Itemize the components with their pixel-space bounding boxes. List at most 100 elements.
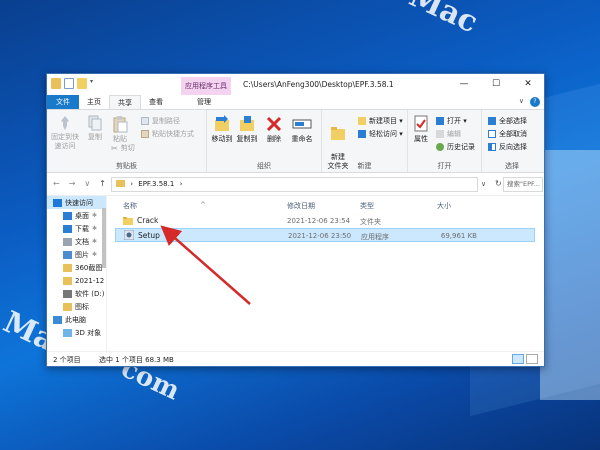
properties-icon: [414, 115, 428, 132]
copy-path-label: 复制路径: [152, 117, 180, 125]
tab-view[interactable]: 查看: [141, 95, 171, 109]
paste-button[interactable]: 粘贴: [109, 115, 131, 144]
file-modified: 2021-12-06 23:54: [287, 217, 351, 225]
forward-button[interactable]: →: [69, 179, 76, 188]
select-none-icon: [488, 130, 496, 138]
edit-label: 编辑: [447, 130, 461, 138]
open-button[interactable]: 打开 ▾: [436, 116, 467, 126]
address-dropdown-icon[interactable]: ∨: [481, 180, 486, 188]
sort-ascending-icon: ^: [200, 201, 206, 209]
invert-selection-icon: [488, 143, 496, 151]
select-none-button[interactable]: 全部取消: [488, 129, 527, 139]
search-input[interactable]: 搜索"EPF...: [503, 177, 543, 192]
file-modified: 2021-12-06 23:50: [288, 232, 352, 240]
file-name: Setup: [138, 231, 160, 240]
qat-dropdown-icon[interactable]: ▾: [90, 78, 96, 89]
tab-file[interactable]: 文件: [47, 95, 79, 109]
details-view-icon[interactable]: [512, 354, 524, 364]
nav-item[interactable]: 3D 对象: [47, 326, 106, 339]
nav-item[interactable]: 图片 ✱: [47, 248, 106, 261]
refresh-icon[interactable]: ↻: [495, 179, 502, 188]
invert-selection-button[interactable]: 反向选择: [488, 142, 527, 152]
delete-icon: [266, 116, 282, 132]
nav-item[interactable]: 快速访问: [47, 196, 106, 209]
nav-item-icon: [63, 263, 72, 272]
copy-path-button[interactable]: 复制路径: [141, 116, 180, 126]
move-to-button[interactable]: 移动到: [210, 115, 234, 144]
ribbon: 固定到快速访问 复制 粘贴 复制路径 粘贴快捷方式 ✂ 剪切 剪贴板 移动到 复…: [47, 109, 544, 173]
file-row-crack[interactable]: Crack 2021-12-06 23:54 文件夹: [115, 214, 535, 228]
nav-item[interactable]: 图标: [47, 300, 106, 313]
paste-shortcut-button[interactable]: 粘贴快捷方式: [141, 129, 194, 139]
file-type: 应用程序: [361, 233, 389, 241]
up-button[interactable]: ↑: [99, 179, 106, 188]
new-folder-icon: [331, 127, 345, 140]
breadcrumb-separator[interactable]: ›: [180, 180, 183, 188]
close-button[interactable]: ✕: [512, 74, 544, 94]
recent-locations-button[interactable]: ∨: [84, 179, 90, 188]
file-name: Crack: [137, 216, 159, 225]
new-item-button[interactable]: 新建项目 ▾: [358, 116, 403, 126]
copy-to-label: 复制到: [236, 135, 258, 143]
nav-item-icon: [63, 328, 72, 337]
open-icon: [436, 117, 444, 125]
scrollbar-thumb[interactable]: [102, 208, 106, 268]
watermark: Mac: [403, 0, 483, 41]
invert-selection-label: 反向选择: [499, 143, 527, 151]
column-name[interactable]: 名称: [123, 201, 137, 211]
collapse-ribbon-icon[interactable]: ∨: [519, 97, 524, 107]
nav-item-icon: [63, 211, 72, 220]
nav-item-label: 此电脑: [65, 315, 86, 324]
breadcrumb-item[interactable]: EPF.3.58.1: [138, 180, 174, 188]
copy-button[interactable]: 复制: [85, 115, 105, 142]
pin-icon: ✱: [92, 212, 98, 219]
new-group-label: 新建: [357, 162, 372, 170]
address-bar[interactable]: › EPF.3.58.1 ›: [111, 177, 478, 192]
tab-home[interactable]: 主页: [79, 95, 109, 109]
nav-item[interactable]: 360截图: [47, 261, 106, 274]
help-icon[interactable]: ?: [530, 97, 540, 107]
nav-item[interactable]: 下载 ✱: [47, 222, 106, 235]
nav-item[interactable]: 桌面 ✱: [47, 209, 106, 222]
nav-scrollbar[interactable]: [101, 196, 106, 351]
new-item-icon: [358, 117, 366, 125]
status-item-count: 2 个项目: [53, 356, 81, 364]
nav-item-label: 快速访问: [65, 198, 93, 207]
easy-access-icon: [358, 130, 366, 138]
easy-access-button[interactable]: 轻松访问 ▾: [358, 129, 403, 139]
pin-quick-access-button[interactable]: 固定到快速访问: [49, 115, 81, 151]
rename-button[interactable]: 重命名: [287, 115, 317, 144]
navigation-pane: 快速访问桌面 ✱ 下载 ✱ 文档 ✱ 图片 ✱ 360截图 2021-12 软件 (D:) 图标此电脑…: [47, 196, 107, 351]
status-bar: 2 个项目 选中 1 个项目 68.3 MB: [47, 351, 544, 366]
select-all-button[interactable]: 全部选择: [488, 116, 527, 126]
edit-button[interactable]: 编辑: [436, 129, 461, 139]
properties-qat-icon[interactable]: [64, 78, 74, 89]
navigation-buttons: ← → ∨ ↑: [53, 179, 106, 188]
properties-button[interactable]: 属性: [411, 115, 431, 144]
rename-label: 重命名: [291, 135, 313, 143]
explorer-window: ▾ 应用程序工具 C:\Users\AnFeng300\Desktop\EPF.…: [46, 73, 545, 367]
back-button[interactable]: ←: [53, 179, 60, 188]
new-folder-qat-icon[interactable]: [77, 78, 87, 89]
tab-manage[interactable]: 管理: [189, 95, 219, 109]
nav-item[interactable]: 文档 ✱: [47, 235, 106, 248]
nav-item-icon: [63, 289, 72, 298]
title-bar: ▾ 应用程序工具 C:\Users\AnFeng300\Desktop\EPF.…: [47, 74, 544, 95]
cut-button[interactable]: ✂ 剪切: [111, 143, 135, 153]
history-button[interactable]: 历史记录: [436, 142, 475, 152]
minimize-button[interactable]: —: [448, 74, 480, 94]
select-group: 全部选择 全部取消 反向选择 选择: [482, 110, 542, 172]
column-type[interactable]: 类型: [360, 201, 374, 211]
tab-share[interactable]: 共享: [109, 95, 141, 109]
large-icons-view-icon[interactable]: [526, 354, 538, 364]
nav-item[interactable]: 此电脑: [47, 313, 106, 326]
maximize-button[interactable]: ☐: [480, 74, 512, 94]
file-row-setup[interactable]: Setup 2021-12-06 23:50 应用程序 69,961 KB: [115, 228, 535, 242]
copy-to-button[interactable]: 复制到: [235, 115, 259, 144]
nav-item[interactable]: 2021-12: [47, 274, 106, 287]
nav-item-icon: [63, 250, 72, 259]
column-size[interactable]: 大小: [437, 201, 451, 211]
nav-item[interactable]: 软件 (D:): [47, 287, 106, 300]
delete-button[interactable]: 删除: [263, 115, 285, 144]
column-modified[interactable]: 修改日期: [287, 201, 315, 211]
